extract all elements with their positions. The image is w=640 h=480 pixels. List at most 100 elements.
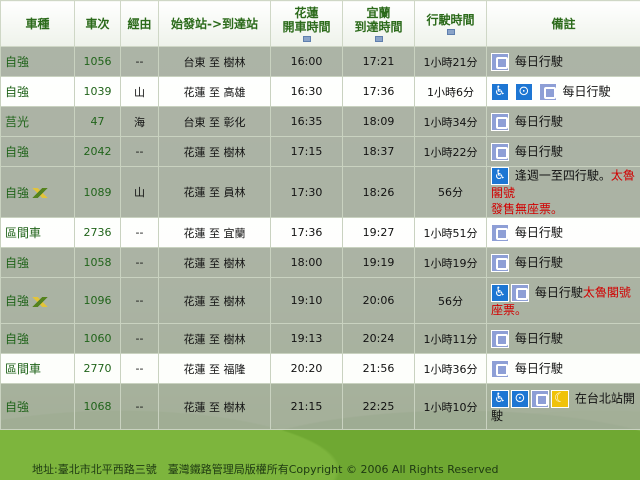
duration: 1小時51分	[414, 217, 487, 248]
arrive-time: 20:06	[342, 277, 415, 324]
table-row: 莒光 47 海 台東 至 彰化 16:35 18:09 1小時34分 每日行駛	[0, 106, 640, 137]
train-number-link[interactable]: 1039	[74, 76, 121, 107]
duration: 56分	[414, 166, 487, 218]
train-type-label: 自強	[5, 185, 30, 200]
route: 花蓮 至 福隆	[158, 353, 271, 384]
note: 每日行駛	[486, 136, 640, 167]
train-number-link[interactable]: 47	[74, 106, 121, 137]
note: 每日行駛	[486, 217, 640, 248]
via: --	[120, 217, 159, 248]
depart-time: 16:00	[270, 46, 343, 77]
depart-time: 16:30	[270, 76, 343, 107]
train-icon	[491, 52, 509, 71]
depart-time: 20:20	[270, 353, 343, 384]
arrive-time: 20:24	[342, 323, 415, 354]
note-continued: 發售無座票。	[491, 202, 564, 216]
depart-time: 19:10	[270, 277, 343, 324]
table-row: 自強 1058 -- 花蓮 至 樹林 18:00 19:19 1小時19分 每日…	[0, 247, 640, 278]
arrive-time: 19:19	[342, 247, 415, 278]
header-arrive[interactable]: 宜蘭 到達時間	[342, 0, 415, 47]
wheelchair-icon: ♿	[491, 283, 509, 302]
sort-icon[interactable]	[446, 28, 455, 35]
train-type: 自強	[0, 166, 75, 218]
bicycle-icon: ⊙	[511, 389, 529, 408]
table-row: 自強 1056 -- 台東 至 樹林 16:00 17:21 1小時21分 每日…	[0, 46, 640, 77]
bicycle-icon: ⊙	[514, 82, 533, 101]
train-type-label: 自強	[5, 294, 30, 308]
header-duration[interactable]: 行駛時間	[414, 0, 487, 47]
note: ♿ 逢週一至四行駛。太魯閣號 發售無座票。	[486, 166, 640, 218]
wheelchair-icon: ♿	[491, 389, 509, 408]
note-text: 每日行駛	[562, 84, 611, 98]
route: 花蓮 至 樹林	[158, 247, 271, 278]
train-type: 自強	[0, 247, 75, 278]
via: --	[120, 277, 159, 324]
depart-time: 17:30	[270, 166, 343, 218]
train-type: 自強	[0, 277, 75, 324]
route: 花蓮 至 樹林	[158, 277, 271, 324]
train-icon	[531, 389, 549, 408]
arrive-time: 18:09	[342, 106, 415, 137]
note-text: 每日行駛	[514, 225, 563, 239]
header-arrive-label: 到達時間	[354, 19, 403, 34]
arrive-time: 17:21	[342, 46, 415, 77]
train-type: 區間車	[0, 353, 75, 384]
train-number-link[interactable]: 1058	[74, 247, 121, 278]
table-row: 自強 1089 山 花蓮 至 員林 17:30 18:26 56分 ♿ 逢週一至…	[0, 166, 640, 218]
train-number-link[interactable]: 2736	[74, 217, 121, 248]
route: 花蓮 至 樹林	[158, 136, 271, 167]
duration: 1小時19分	[414, 247, 487, 278]
timetable: 車種 車次 經由 始發站->到達站 花蓮 開車時間 宜蘭 到達時間 行駛時間 備…	[0, 0, 640, 430]
train-number-link[interactable]: 2770	[74, 353, 121, 384]
route: 台東 至 樹林	[158, 46, 271, 77]
train-type: 區間車	[0, 217, 75, 248]
note-text: 每日行駛	[514, 255, 563, 269]
depart-time: 17:36	[270, 217, 343, 248]
via: --	[120, 353, 159, 384]
duration: 1小時11分	[414, 323, 487, 354]
train-type: 自強	[0, 136, 75, 167]
table-row: 自強 2042 -- 花蓮 至 樹林 17:15 18:37 1小時22分 每日…	[0, 136, 640, 167]
duration: 1小時36分	[414, 353, 487, 384]
depart-time: 21:15	[270, 383, 343, 430]
route: 台東 至 彰化	[158, 106, 271, 137]
sort-icon[interactable]	[302, 35, 311, 42]
train-number-link[interactable]: 1056	[74, 46, 121, 77]
route: 花蓮 至 員林	[158, 166, 271, 218]
table-row: 自強 1039 山 花蓮 至 高雄 16:30 17:36 1小時6分 ♿ ⊙ …	[0, 76, 640, 107]
note-text: 每日行駛	[514, 54, 563, 68]
note: 每日行駛	[486, 247, 640, 278]
arrive-time: 18:26	[342, 166, 415, 218]
note: 每日行駛	[486, 323, 640, 354]
via: --	[120, 383, 159, 430]
note-highlight: 太魯閣號	[582, 285, 631, 299]
train-number-link[interactable]: 1060	[74, 323, 121, 354]
note: 每日行駛	[486, 353, 640, 384]
train-icon	[491, 359, 509, 378]
duration: 1小時34分	[414, 106, 487, 137]
note-text: 每日行駛	[534, 285, 583, 299]
header-via: 經由	[120, 0, 159, 47]
wheelchair-icon: ♿	[491, 82, 509, 101]
note-text: 每日行駛	[514, 114, 563, 128]
train-number-link[interactable]: 2042	[74, 136, 121, 167]
train-icon	[491, 329, 509, 348]
mountain-icon	[31, 188, 50, 198]
train-number-link[interactable]: 1096	[74, 277, 121, 324]
arrive-time: 19:27	[342, 217, 415, 248]
train-icon	[538, 82, 557, 101]
duration: 56分	[414, 277, 487, 324]
table-row: 區間車 2770 -- 花蓮 至 福隆 20:20 21:56 1小時36分 每…	[0, 353, 640, 384]
sort-icon[interactable]	[374, 35, 383, 42]
arrive-time: 18:37	[342, 136, 415, 167]
table-row: 自強 1068 -- 花蓮 至 樹林 21:15 22:25 1小時10分 ♿ ⊙…	[0, 383, 640, 430]
note: ♿ ⊙ 每日行駛	[486, 76, 640, 107]
train-number-link[interactable]: 1089	[74, 166, 121, 218]
header-depart[interactable]: 花蓮 開車時間	[270, 0, 343, 47]
train-type: 自強	[0, 46, 75, 77]
train-type: 自強	[0, 383, 75, 430]
header-arrive-station: 宜蘭	[366, 5, 391, 20]
header-depart-station: 花蓮	[294, 5, 319, 20]
header-notes: 備註	[486, 0, 640, 47]
train-number-link[interactable]: 1068	[74, 383, 121, 430]
